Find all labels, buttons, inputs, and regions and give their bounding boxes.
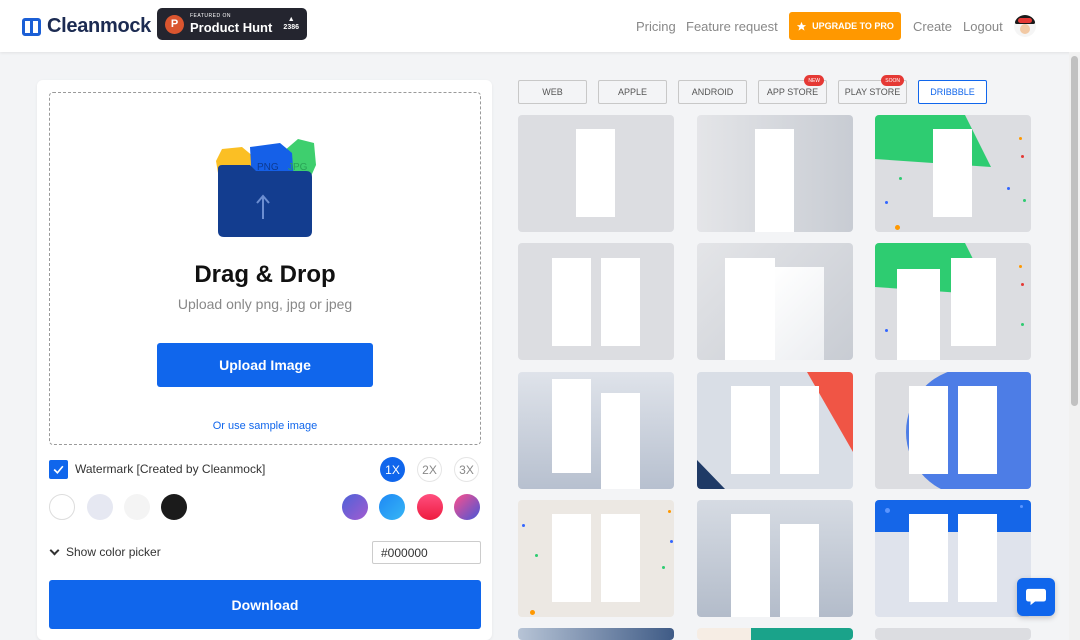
top-header: Cleanmock P FEATURED ON Product Hunt ▲ 2…: [0, 0, 1080, 52]
upload-dropzone[interactable]: PNG JPG Drag & Drop Upload only png, jpg…: [49, 92, 481, 445]
brand-name: Cleanmock: [47, 15, 152, 37]
upgrade-label: UPGRADE TO PRO: [812, 21, 894, 31]
color-swatch-offwhite[interactable]: [124, 494, 150, 520]
tab-dribbble[interactable]: DRIBBBLE: [918, 80, 987, 104]
color-picker-toggle[interactable]: Show color picker: [49, 545, 161, 559]
template-thumbnail[interactable]: [518, 115, 674, 232]
new-badge: NEW: [804, 75, 824, 86]
scale-1x-button[interactable]: 1X: [380, 457, 405, 482]
scrollbar-thumb[interactable]: [1071, 56, 1078, 406]
color-swatch-black[interactable]: [161, 494, 187, 520]
tab-app-store[interactable]: APP STORE NEW: [758, 75, 827, 104]
hex-color-input[interactable]: [372, 541, 481, 564]
download-button[interactable]: Download: [49, 580, 481, 629]
soon-badge: SOON: [881, 75, 904, 86]
template-thumbnail[interactable]: [697, 628, 853, 640]
chat-widget-button[interactable]: [1017, 578, 1055, 616]
gradient-swatch-blue[interactable]: [379, 494, 405, 520]
chat-icon: [1026, 588, 1046, 606]
gradient-swatch-red[interactable]: [417, 494, 443, 520]
template-thumbnail[interactable]: [875, 372, 1031, 489]
star-icon: [796, 21, 807, 31]
template-thumbnail[interactable]: [875, 243, 1031, 360]
nav-logout[interactable]: Logout: [963, 12, 1003, 40]
upgrade-button[interactable]: UPGRADE TO PRO: [789, 12, 901, 40]
tab-apple[interactable]: APPLE: [598, 80, 667, 104]
tab-play-store[interactable]: PLAY STORE SOON: [838, 75, 907, 104]
chevron-down-icon: [49, 545, 60, 555]
template-thumbnail[interactable]: [875, 628, 1031, 640]
nav-feature-request[interactable]: Feature request: [686, 12, 778, 40]
user-avatar[interactable]: [1014, 15, 1036, 37]
ph-vote-count: 2386: [283, 24, 299, 31]
watermark-checkbox[interactable]: [49, 460, 68, 479]
upvote-arrow-icon: ▲: [287, 16, 295, 24]
scale-2x-button[interactable]: 2X: [417, 457, 442, 482]
template-thumbnail[interactable]: [518, 500, 674, 617]
ph-featured-text: FEATURED ON: [190, 13, 231, 19]
product-hunt-logo-icon: P: [165, 14, 184, 34]
gradient-swatch-purple[interactable]: [342, 494, 368, 520]
template-thumbnail[interactable]: [697, 243, 853, 360]
template-thumbnail[interactable]: [518, 243, 674, 360]
editor-panel: PNG JPG Drag & Drop Upload only png, jpg…: [37, 80, 492, 640]
drag-drop-subtitle: Upload only png, jpg or jpeg: [177, 296, 353, 312]
template-thumbnail[interactable]: [697, 500, 853, 617]
nav-create[interactable]: Create: [913, 12, 952, 40]
sample-image-link[interactable]: Or use sample image: [50, 420, 480, 432]
gradient-swatch-pink-blue[interactable]: [454, 494, 480, 520]
tab-app-store-label: APP STORE: [766, 87, 819, 97]
template-thumbnail[interactable]: [697, 115, 853, 232]
color-swatch-lavender[interactable]: [87, 494, 113, 520]
template-thumbnail[interactable]: [875, 500, 1031, 617]
template-thumbnail[interactable]: [875, 115, 1031, 232]
drag-drop-title: Drag & Drop: [194, 261, 336, 288]
template-thumbnail[interactable]: [697, 372, 853, 489]
nav-pricing[interactable]: Pricing: [636, 12, 676, 40]
logo-icon: [22, 17, 41, 36]
product-hunt-badge[interactable]: P FEATURED ON Product Hunt ▲ 2386: [157, 8, 307, 40]
watermark-label: Watermark [Created by Cleanmock]: [75, 462, 266, 476]
upload-image-button[interactable]: Upload Image: [157, 343, 373, 387]
template-thumbnail[interactable]: [518, 372, 674, 489]
tab-android[interactable]: ANDROID: [678, 80, 747, 104]
tab-web[interactable]: WEB: [518, 80, 587, 104]
template-thumbnail[interactable]: [518, 628, 674, 640]
checkmark-icon: [53, 465, 64, 474]
scale-3x-button[interactable]: 3X: [454, 457, 479, 482]
color-swatch-white[interactable]: [49, 494, 75, 520]
folder-upload-icon: PNG JPG: [216, 139, 316, 237]
tab-play-store-label: PLAY STORE: [844, 87, 901, 97]
color-picker-label: Show color picker: [66, 545, 161, 559]
ph-name: Product Hunt: [190, 20, 273, 35]
brand-logo[interactable]: Cleanmock: [22, 15, 151, 38]
page-scrollbar[interactable]: [1069, 52, 1080, 640]
